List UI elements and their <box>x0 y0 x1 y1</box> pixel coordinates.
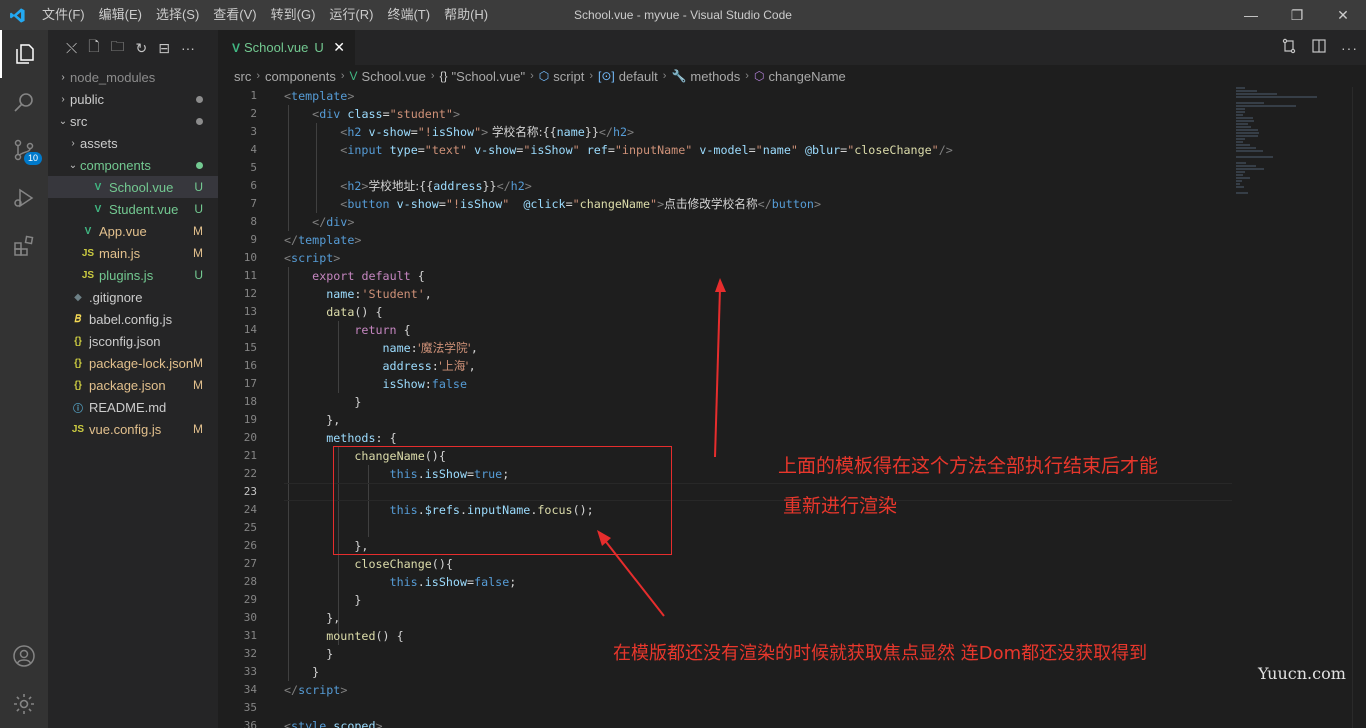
diagonal-arrowhead <box>597 530 611 546</box>
annotation-top-line1: 上面的模板得在这个方法全部执行结束后才能 <box>778 455 1159 477</box>
annotation-arrows <box>597 278 726 617</box>
up-arrow <box>714 287 721 458</box>
up-arrowhead <box>715 278 726 292</box>
annotation-bottom: 在模版都还没有渲染的时候就获取焦点显然 连Dom都还没获取得到 <box>613 643 1148 664</box>
annotation-top-line2: 重新进行渲染 <box>783 495 898 517</box>
diagonal-arrow <box>602 537 665 617</box>
watermark: Yuucn.com <box>1258 664 1346 683</box>
